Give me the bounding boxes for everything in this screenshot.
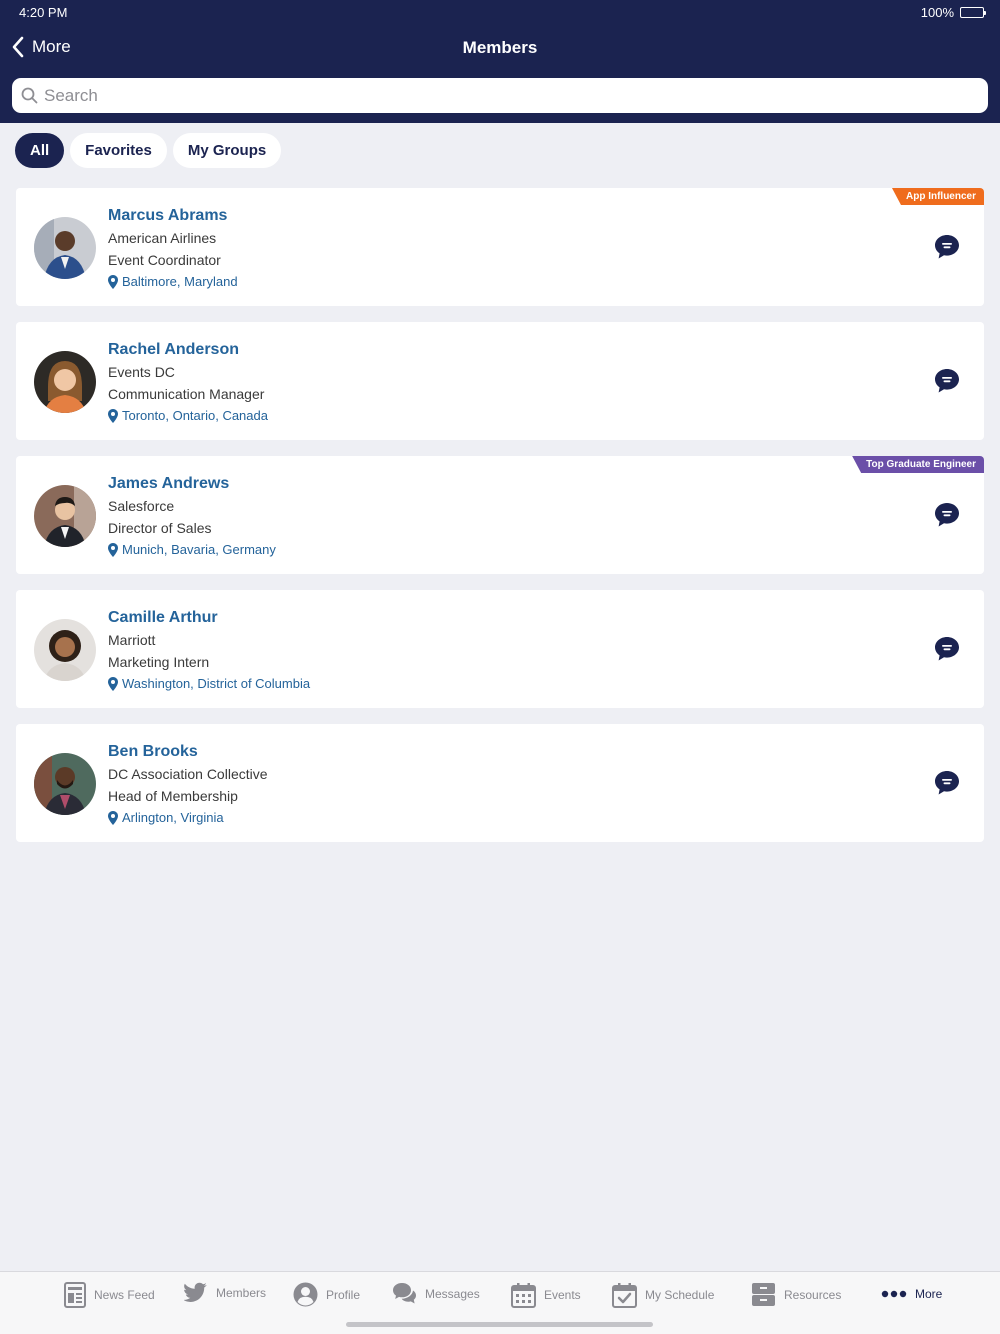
tabbar-label: My Schedule bbox=[645, 1288, 715, 1302]
location-text: Arlington, Virginia bbox=[122, 810, 224, 825]
tabbar-item-more[interactable]: More bbox=[881, 1282, 942, 1306]
member-location: Toronto, Ontario, Canada bbox=[108, 405, 268, 427]
home-indicator bbox=[346, 1322, 653, 1327]
tab-favorites[interactable]: Favorites bbox=[70, 133, 167, 168]
member-card[interactable]: Marcus Abrams American Airlines Event Co… bbox=[16, 188, 984, 306]
profile-icon bbox=[293, 1282, 318, 1307]
more-dots-icon bbox=[881, 1290, 907, 1298]
member-card[interactable]: Rachel Anderson Events DC Communication … bbox=[16, 322, 984, 440]
tab-all[interactable]: All bbox=[15, 133, 65, 168]
avatar bbox=[34, 485, 96, 547]
tabbar-label: Profile bbox=[326, 1287, 361, 1302]
member-company: Salesforce bbox=[108, 498, 175, 514]
tabbar-item-my-schedule[interactable]: My Schedule bbox=[612, 1282, 714, 1308]
search-bar[interactable] bbox=[12, 78, 988, 113]
location-text: Munich, Bavaria, Germany bbox=[122, 542, 276, 557]
nav-header: 4:20 PM 100% More Members bbox=[0, 0, 1000, 123]
member-location: Munich, Bavaria, Germany bbox=[108, 539, 276, 561]
member-card[interactable]: James Andrews Salesforce Director of Sal… bbox=[16, 456, 984, 574]
tabbar-item-resources[interactable]: Resources bbox=[751, 1282, 841, 1307]
location-pin-icon bbox=[108, 543, 118, 557]
chat-icon[interactable] bbox=[934, 368, 960, 394]
tabbar-label: Messages bbox=[425, 1287, 480, 1301]
location-pin-icon bbox=[108, 275, 118, 289]
filter-tabs: All Favorites My Groups bbox=[15, 133, 282, 168]
tabbar-label: Members bbox=[216, 1286, 267, 1300]
chat-icon[interactable] bbox=[934, 234, 960, 260]
member-role: Head of Membership bbox=[108, 788, 238, 804]
calendar-icon bbox=[511, 1283, 536, 1308]
avatar bbox=[34, 753, 96, 815]
battery-percent: 100% bbox=[920, 5, 954, 20]
location-text: Washington, District of Columbia bbox=[122, 676, 311, 691]
badge-top-graduate-engineer: Top Graduate Engineer bbox=[852, 456, 984, 473]
page-title: Members bbox=[462, 38, 538, 57]
location-pin-icon bbox=[108, 677, 118, 691]
tabbar-item-events[interactable]: Events bbox=[511, 1282, 581, 1308]
member-role: Communication Manager bbox=[108, 386, 265, 402]
member-company: DC Association Collective bbox=[108, 766, 268, 782]
archive-icon bbox=[752, 1283, 775, 1306]
battery-icon bbox=[960, 7, 986, 18]
badge-app-influencer: App Influencer bbox=[891, 188, 984, 205]
location-text: Toronto, Ontario, Canada bbox=[122, 408, 268, 423]
chat-bubbles-icon bbox=[393, 1283, 416, 1304]
member-role: Event Coordinator bbox=[108, 252, 221, 268]
member-company: American Airlines bbox=[108, 230, 217, 246]
member-name[interactable]: Camille Arthur bbox=[108, 607, 310, 629]
calendar-check-icon bbox=[612, 1283, 637, 1308]
chat-icon[interactable] bbox=[934, 636, 960, 662]
chat-icon[interactable] bbox=[934, 502, 960, 528]
tabbar-item-profile[interactable]: Profile bbox=[293, 1282, 360, 1307]
status-battery: 100% bbox=[920, 5, 986, 20]
member-company: Events DC bbox=[108, 364, 175, 380]
tabbar-label: Events bbox=[544, 1288, 581, 1302]
tabbar-item-messages[interactable]: Messages bbox=[392, 1282, 480, 1306]
member-role: Director of Sales bbox=[108, 520, 212, 536]
tab-my-groups[interactable]: My Groups bbox=[172, 133, 282, 168]
status-time: 4:20 PM bbox=[19, 5, 68, 20]
bottom-tab-bar: News Feed Members Profile Messages Event… bbox=[0, 1271, 1000, 1334]
avatar bbox=[34, 351, 96, 413]
location-pin-icon bbox=[108, 811, 118, 825]
member-name[interactable]: James Andrews bbox=[108, 473, 276, 495]
search-input[interactable] bbox=[44, 85, 944, 106]
member-role: Marketing Intern bbox=[108, 654, 210, 670]
member-location: Washington, District of Columbia bbox=[108, 673, 310, 695]
avatar bbox=[34, 217, 96, 279]
chat-icon[interactable] bbox=[934, 770, 960, 796]
member-name[interactable]: Rachel Anderson bbox=[108, 339, 268, 361]
tabbar-label: Resources bbox=[784, 1287, 842, 1302]
search-icon bbox=[21, 87, 38, 104]
member-location: Arlington, Virginia bbox=[108, 807, 268, 829]
news-feed-icon bbox=[64, 1282, 86, 1308]
tabbar-item-members[interactable]: Members bbox=[184, 1282, 266, 1304]
member-name[interactable]: Marcus Abrams bbox=[108, 205, 238, 227]
tabbar-item-news-feed[interactable]: News Feed bbox=[64, 1282, 155, 1308]
location-pin-icon bbox=[108, 409, 118, 423]
member-card[interactable]: Camille Arthur Marriott Marketing Intern… bbox=[16, 590, 984, 708]
avatar bbox=[34, 619, 96, 681]
tabbar-label: News Feed bbox=[94, 1288, 155, 1302]
member-location: Baltimore, Maryland bbox=[108, 271, 238, 293]
location-text: Baltimore, Maryland bbox=[122, 274, 238, 289]
bird-icon bbox=[184, 1282, 207, 1302]
member-card[interactable]: Ben Brooks DC Association Collective Hea… bbox=[16, 724, 984, 842]
tabbar-label: More bbox=[915, 1287, 943, 1301]
member-name[interactable]: Ben Brooks bbox=[108, 741, 268, 763]
member-company: Marriott bbox=[108, 632, 156, 648]
